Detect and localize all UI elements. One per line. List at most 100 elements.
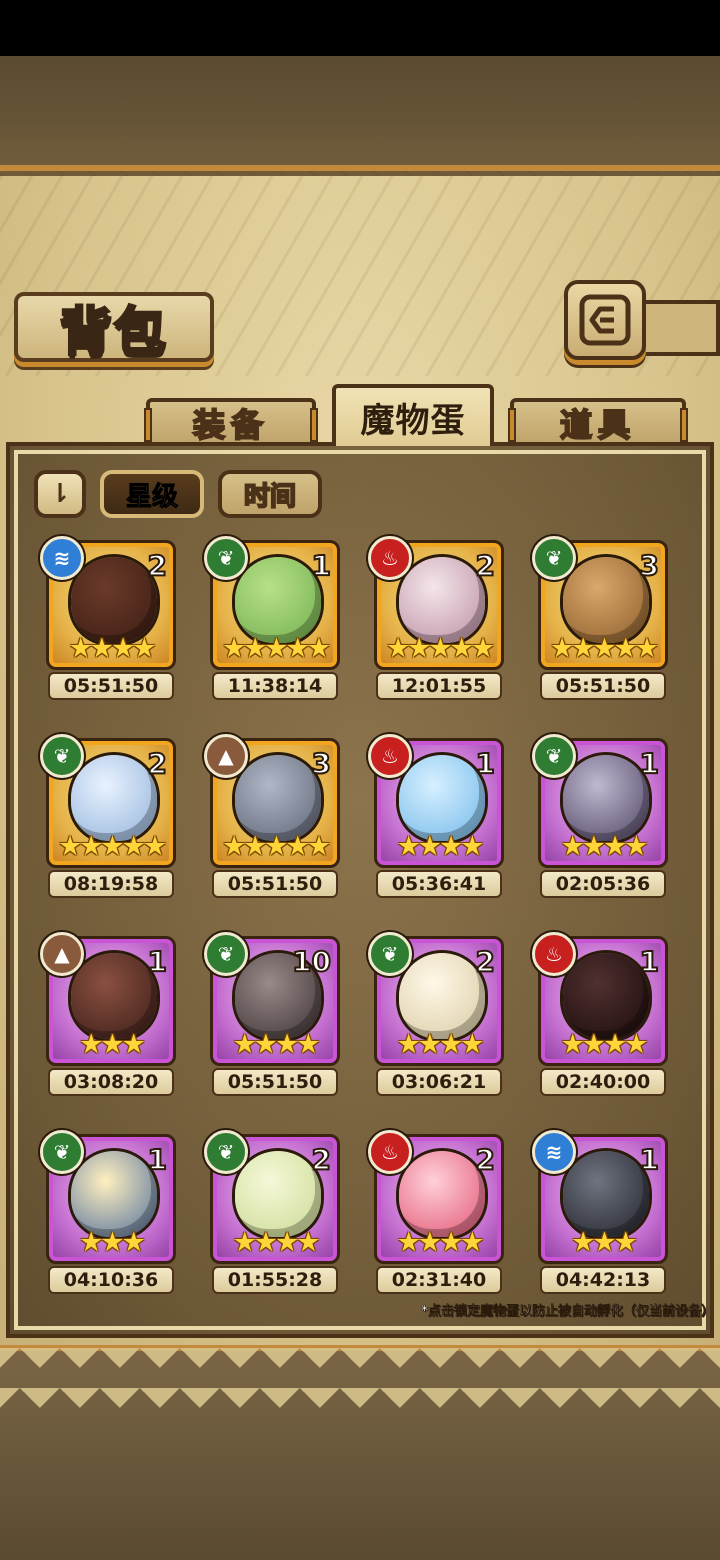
wood-element-icon: ❦ (368, 932, 412, 976)
page-title: 背包 (58, 300, 168, 364)
star-icon: ★ (285, 831, 310, 862)
star-icon: ★ (592, 1227, 616, 1258)
green-egg-icon (235, 557, 321, 643)
element-glyph: ♨ (381, 1140, 399, 1164)
earth-element-icon: ▲ (204, 734, 248, 778)
wood-element-icon: ❦ (204, 536, 248, 580)
star-icon: ★ (79, 1029, 103, 1060)
leaf-egg-icon (235, 1151, 321, 1237)
egg-count: 1 (638, 1142, 660, 1177)
star-icon: ★ (121, 831, 146, 862)
star-icon: ★ (624, 831, 648, 862)
element-glyph: ❦ (545, 546, 563, 570)
star-rating: ★★★★★ (213, 833, 337, 861)
tab-label: 道具 (559, 405, 636, 445)
egg-slot[interactable]: 1 ★★★★ ♨ 02:40:00 (532, 932, 672, 1098)
element-glyph: ❦ (545, 744, 563, 768)
star-icon: ★ (121, 1029, 146, 1060)
egg-slot[interactable]: 1 ★★★ ▲ 03:08:20 (40, 932, 180, 1098)
sort-order-icon: ⇂ (49, 479, 71, 509)
egg-slot[interactable]: 10 ★★★★ ❦ 05:51:50 (204, 932, 344, 1098)
egg-slot[interactable]: 2 ★★★★★ ♨ 12:01:55 (368, 536, 508, 702)
star-icon: ★ (603, 831, 627, 862)
hatch-timer: 02:40:00 (540, 1068, 666, 1096)
fire-element-icon: ♨ (368, 536, 412, 580)
sort-by-time-label: 时间 (243, 481, 297, 513)
egg-slot[interactable]: 2 ★★★★ ❦ 01:55:28 (204, 1130, 344, 1296)
lyre-egg-icon (563, 557, 649, 643)
egg-count: 1 (474, 746, 496, 781)
egg-slot[interactable]: 1 ★★★ ≋ 04:42:13 (532, 1130, 672, 1296)
crystal-egg-icon (563, 953, 649, 1039)
egg-slot[interactable]: 2 ★★★★★ ❦ 08:19:58 (40, 734, 180, 900)
star-icon: ★ (603, 1029, 627, 1060)
water-element-icon: ≋ (532, 1130, 576, 1174)
sort-by-time-button[interactable]: 时间 (218, 470, 322, 518)
egg-slot[interactable]: 2 ★★★★ ❦ 03:06:21 (368, 932, 508, 1098)
star-icon: ★ (385, 633, 410, 664)
tab-items[interactable]: 道具 (508, 398, 688, 445)
star-rating: ★★★★ (213, 1229, 337, 1257)
star-icon: ★ (100, 1029, 124, 1060)
egg-count: 3 (638, 548, 660, 583)
egg-slot[interactable]: 1 ★★★ ❦ 04:10:36 (40, 1130, 180, 1296)
pocket-watch-egg-icon (71, 755, 157, 841)
egg-count: 2 (146, 746, 168, 781)
winged-egg-icon (399, 953, 485, 1039)
sort-by-star-button[interactable]: 星级 (100, 470, 204, 518)
tab-post (508, 408, 516, 442)
star-icon: ★ (417, 831, 442, 862)
hatch-timer: 11:38:14 (212, 672, 338, 700)
fire-element-icon: ♨ (368, 1130, 412, 1174)
hatch-timer: 03:06:21 (376, 1068, 502, 1096)
tab-monster-eggs[interactable]: 魔物蛋 (332, 384, 494, 446)
hatch-timer: 05:51:50 (212, 870, 338, 898)
egg-count: 1 (638, 746, 660, 781)
element-glyph: ❦ (53, 744, 71, 768)
egg-slot[interactable]: 1 ★★★★ ❦ 02:05:36 (532, 734, 672, 900)
egg-slot[interactable]: 3 ★★★★★ ❦ 05:51:50 (532, 536, 672, 702)
hatch-timer: 05:36:41 (376, 870, 502, 898)
star-rating: ★★★ (541, 1229, 665, 1257)
hatch-timer: 05:51:50 (540, 672, 666, 700)
element-glyph: ≋ (53, 546, 71, 570)
star-icon: ★ (142, 831, 167, 862)
lock-hint-footnote: *点击锁定魔物蛋以防止被自动孵化（仅当前设备） (421, 1304, 714, 1319)
star-rating: ★★★★ (49, 635, 173, 663)
star-icon: ★ (396, 1029, 421, 1060)
egg-slot[interactable]: 2 ★★★★ ≋ 05:51:50 (40, 536, 180, 702)
element-glyph: ▲ (54, 942, 70, 966)
element-glyph: ♨ (381, 744, 399, 768)
egg-count: 2 (474, 1142, 496, 1177)
egg-slot[interactable]: 1 ★★★★★ ❦ 11:38:14 (204, 536, 344, 702)
egg-count: 2 (474, 944, 496, 979)
egg-slot[interactable]: 1 ★★★★ ♨ 05:36:41 (368, 734, 508, 900)
star-icon: ★ (79, 1227, 103, 1258)
star-icon: ★ (306, 633, 331, 664)
star-icon: ★ (100, 1227, 124, 1258)
star-rating: ★★★★★ (377, 635, 501, 663)
egg-slot[interactable]: 3 ★★★★★ ▲ 05:51:50 (204, 734, 344, 900)
back-button[interactable] (564, 280, 646, 360)
star-icon: ★ (68, 633, 93, 664)
egg-slot[interactable]: 2 ★★★★ ♨ 02:31:40 (368, 1130, 508, 1296)
star-icon: ★ (560, 1029, 585, 1060)
star-rating: ★★★ (49, 1229, 173, 1257)
star-icon: ★ (460, 1029, 484, 1060)
wood-element-icon: ❦ (532, 536, 576, 580)
star-icon: ★ (296, 1227, 320, 1258)
hatch-timer: 04:42:13 (540, 1266, 666, 1294)
element-glyph: ♨ (381, 546, 399, 570)
sort-order-toggle[interactable]: ⇂ (34, 470, 86, 518)
star-rating: ★★★★ (377, 1229, 501, 1257)
star-rating: ★★★★★ (49, 833, 173, 861)
sort-by-star-label: 星级 (125, 481, 178, 512)
star-rating: ★★★★★ (213, 635, 337, 663)
staff-egg-icon (71, 557, 157, 643)
star-icon: ★ (407, 633, 431, 664)
fire-element-icon: ♨ (532, 932, 576, 976)
tab-equipment[interactable]: 装备 (144, 398, 318, 445)
star-icon: ★ (275, 1227, 299, 1258)
hatch-timer: 03:08:20 (48, 1068, 174, 1096)
egg-count: 3 (310, 746, 332, 781)
